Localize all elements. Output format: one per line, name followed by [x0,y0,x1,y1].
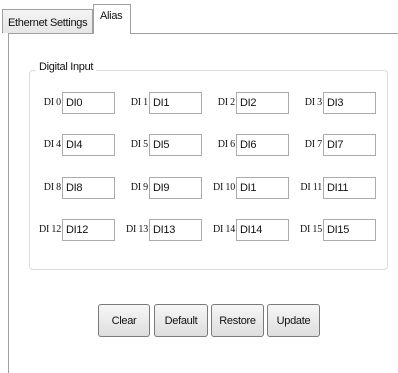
di-7-label: DI 7 [304,139,322,150]
tab-alias[interactable]: Alias [93,4,131,34]
di-5-label: DI 5 [130,139,148,150]
default-button[interactable]: Default [154,304,208,337]
di-6-label: DI 6 [217,139,235,150]
di-8-label: DI 8 [43,182,61,193]
di-6-alias-input[interactable] [236,134,289,156]
di-8-alias-input[interactable] [62,177,115,199]
di-9-label: DI 9 [130,182,148,193]
di-0-alias-input[interactable] [62,92,115,114]
di-11-alias-input[interactable] [323,177,376,199]
di-15-alias-input[interactable] [323,219,376,241]
tab-ethernet-settings[interactable]: Ethernet Settings [2,9,93,33]
di-1-alias-input[interactable] [149,92,202,114]
di-13-alias-input[interactable] [149,219,202,241]
di-2-label: DI 2 [217,97,235,108]
di-12-label: DI 12 [38,224,61,235]
tab-bar: Ethernet Settings Alias [0,0,398,34]
di-4-label: DI 4 [43,139,61,150]
di-10-label: DI 10 [212,182,235,193]
di-12-alias-input[interactable] [62,219,115,241]
di-14-alias-input[interactable] [236,219,289,241]
digital-input-group-title: Digital Input [36,61,97,73]
di-11-label: DI 11 [300,182,322,193]
di-5-alias-input[interactable] [149,134,202,156]
di-0-label: DI 0 [43,97,61,108]
di-7-alias-input[interactable] [323,134,376,156]
di-9-alias-input[interactable] [149,177,202,199]
di-3-alias-input[interactable] [323,92,376,114]
di-2-alias-input[interactable] [236,92,289,114]
restore-button[interactable]: Restore [211,304,264,337]
di-4-alias-input[interactable] [62,134,115,156]
di-3-label: DI 3 [304,97,322,108]
di-14-label: DI 14 [212,224,235,235]
di-13-label: DI 13 [125,224,148,235]
di-1-label: DI 1 [130,97,148,108]
update-button[interactable]: Update [267,304,320,337]
di-10-alias-input[interactable] [236,177,289,199]
di-15-label: DI 15 [299,224,322,235]
clear-button[interactable]: Clear [98,304,150,337]
